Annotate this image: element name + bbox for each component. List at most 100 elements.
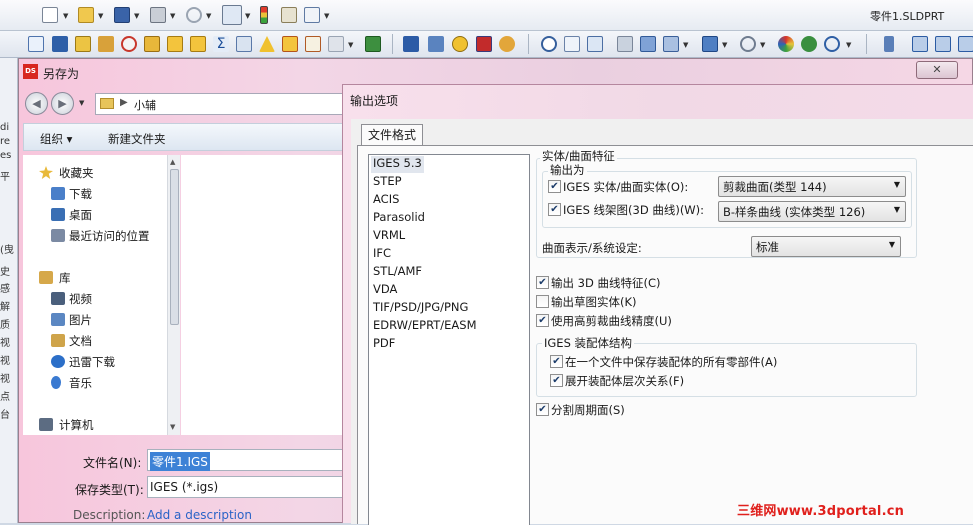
- list-item[interactable]: IGES 5.3: [371, 156, 424, 173]
- options-house-icon[interactable]: [281, 7, 297, 23]
- measure-icon[interactable]: [52, 36, 68, 52]
- pattern-icon[interactable]: [428, 36, 444, 52]
- select-dropdown-icon[interactable]: ▼: [245, 12, 250, 20]
- select-cursor-icon[interactable]: [222, 5, 242, 25]
- undo-icon[interactable]: [186, 7, 202, 23]
- traffic-light-icon[interactable]: [260, 6, 268, 24]
- list-item[interactable]: IFC: [373, 246, 391, 263]
- zoom-fit-icon[interactable]: [564, 36, 580, 52]
- nav-item-computer[interactable]: 计算机: [23, 415, 178, 435]
- display-style-icon[interactable]: [702, 36, 718, 52]
- scroll-up-icon[interactable]: ▲: [170, 158, 175, 166]
- normal-to-icon[interactable]: [884, 36, 894, 52]
- iges-wire-select[interactable]: B-样条曲线 (实体类型 126) ▼: [718, 201, 906, 222]
- new-folder-button[interactable]: 新建文件夹: [108, 131, 166, 147]
- properties-dropdown-icon[interactable]: ▼: [324, 12, 329, 20]
- section-view-icon[interactable]: [617, 36, 633, 52]
- filetype-select[interactable]: IGES (*.igs): [147, 476, 343, 498]
- new-document-icon[interactable]: [42, 7, 58, 23]
- save-all-components-checkbox[interactable]: ✔: [550, 355, 563, 368]
- file-list-area[interactable]: [181, 155, 343, 435]
- scroll-down-icon[interactable]: ▼: [170, 423, 175, 431]
- nav-item-videos[interactable]: 视频: [23, 289, 178, 309]
- previous-view-icon[interactable]: [587, 36, 603, 52]
- nav-item-desktop[interactable]: 桌面: [23, 205, 178, 225]
- nav-item-downloads[interactable]: 下载: [23, 184, 178, 204]
- nav-item-pictures[interactable]: 图片: [23, 310, 178, 330]
- undo-dropdown-icon[interactable]: ▼: [206, 12, 211, 20]
- list-item[interactable]: STEP: [373, 174, 402, 191]
- front-cube-icon[interactable]: [935, 36, 951, 52]
- scene-icon[interactable]: [801, 36, 817, 52]
- sigma-icon[interactable]: Σ: [213, 36, 229, 52]
- mold-icon[interactable]: [328, 36, 344, 52]
- nav-item-recent-places[interactable]: 最近访问的位置: [23, 226, 178, 246]
- print-icon[interactable]: [150, 7, 166, 23]
- forward-button[interactable]: ▶: [51, 92, 74, 115]
- nav-item-documents[interactable]: 文档: [23, 331, 178, 351]
- nav-item-thunder-downloads[interactable]: 迅雷下载: [23, 352, 178, 372]
- close-button[interactable]: ✕: [916, 61, 958, 79]
- list-item[interactable]: TIF/PSD/JPG/PNG: [373, 300, 468, 317]
- color-wheel-icon[interactable]: [778, 36, 794, 52]
- list-item[interactable]: STL/AMF: [373, 264, 422, 281]
- save-icon[interactable]: [114, 7, 130, 23]
- nav-item-libraries[interactable]: 库: [23, 268, 178, 288]
- high-trim-precision-checkbox[interactable]: ✔: [536, 314, 549, 327]
- tab-file-format[interactable]: 文件格式: [361, 124, 423, 146]
- list-item[interactable]: EDRW/EPRT/EASM: [373, 318, 477, 335]
- iges-wire-checkbox[interactable]: ✔: [548, 203, 561, 216]
- check-box-2-icon[interactable]: [190, 36, 206, 52]
- scrollbar-thumb[interactable]: [170, 169, 179, 325]
- properties-list-icon[interactable]: [304, 7, 320, 23]
- hide-show-dropdown-icon[interactable]: ▼: [760, 41, 765, 49]
- split-line-icon[interactable]: [282, 36, 298, 52]
- list-item[interactable]: VRML: [373, 228, 405, 245]
- nav-item-favorites[interactable]: 收藏夹: [23, 163, 178, 183]
- open-dropdown-icon[interactable]: ▼: [98, 12, 103, 20]
- filename-input[interactable]: 零件1.IGS: [147, 449, 343, 471]
- split-periodic-checkbox[interactable]: ✔: [536, 403, 549, 416]
- history-dropdown-icon[interactable]: ▼: [79, 99, 84, 107]
- flatten-hierarchy-checkbox[interactable]: ✔: [550, 374, 563, 387]
- iges-solid-checkbox[interactable]: ✔: [548, 180, 561, 193]
- display-dropdown-icon[interactable]: ▼: [722, 41, 727, 49]
- isometric-cube-icon[interactable]: [912, 36, 928, 52]
- surface-rep-select[interactable]: 标准 ▼: [751, 236, 901, 257]
- render-icon[interactable]: [499, 36, 515, 52]
- check-circle-icon[interactable]: [452, 36, 468, 52]
- mass-properties-icon[interactable]: [75, 36, 91, 52]
- rotate-icon[interactable]: [824, 36, 840, 52]
- lock-icon[interactable]: [144, 36, 160, 52]
- export-3d-curves-checkbox[interactable]: ✔: [536, 276, 549, 289]
- list-item[interactable]: Parasolid: [373, 210, 425, 227]
- rotate-dropdown-icon[interactable]: ▼: [846, 41, 851, 49]
- address-bar[interactable]: ▶ 小辅: [95, 93, 345, 115]
- check-box-icon[interactable]: [167, 36, 183, 52]
- new-dropdown-icon[interactable]: ▼: [63, 12, 68, 20]
- back-button[interactable]: ◀: [25, 92, 48, 115]
- warning-icon[interactable]: [259, 36, 275, 52]
- view-orientation-icon[interactable]: [640, 36, 656, 52]
- add-description-link[interactable]: Add a description: [147, 508, 252, 522]
- list-item[interactable]: ACIS: [373, 192, 399, 209]
- top-cube-icon[interactable]: [958, 36, 973, 52]
- print-dropdown-icon[interactable]: ▼: [170, 12, 175, 20]
- open-folder-icon[interactable]: [78, 7, 94, 23]
- check-table-icon[interactable]: [365, 36, 381, 52]
- export-sketch-checkbox[interactable]: [536, 295, 549, 308]
- macro-icon[interactable]: [403, 36, 419, 52]
- mold-dropdown-icon[interactable]: ▼: [348, 41, 353, 49]
- nav-item-music[interactable]: 音乐: [23, 373, 178, 393]
- spell-check-icon[interactable]: [28, 36, 44, 52]
- nav-scrollbar[interactable]: ▲ ▼: [167, 155, 180, 435]
- cube-dropdown-icon[interactable]: ▼: [683, 41, 688, 49]
- zoom-icon[interactable]: [541, 36, 557, 52]
- iges-solid-select[interactable]: 剪裁曲面(类型 144) ▼: [718, 176, 906, 197]
- list-item[interactable]: VDA: [373, 282, 397, 299]
- gauge-icon[interactable]: [121, 36, 137, 52]
- section-properties-icon[interactable]: [98, 36, 114, 52]
- hide-show-icon[interactable]: [740, 36, 756, 52]
- equation-icon[interactable]: [236, 36, 252, 52]
- save-dropdown-icon[interactable]: ▼: [134, 12, 139, 20]
